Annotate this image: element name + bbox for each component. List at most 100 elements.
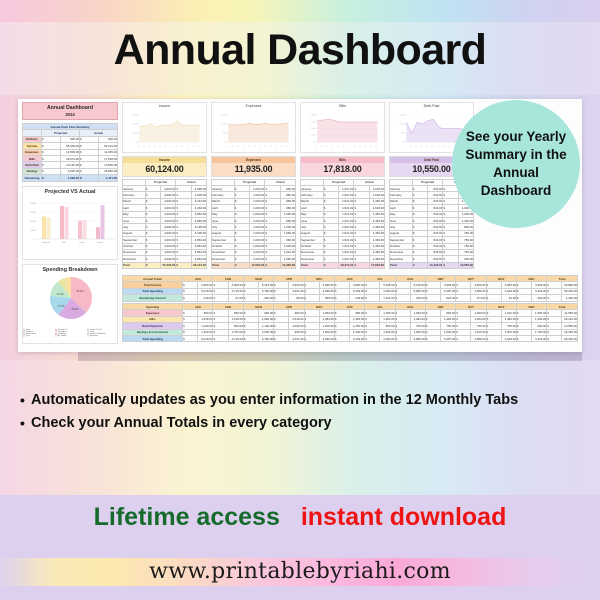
svg-text:Feb: Feb (231, 145, 234, 148)
svg-text:20,000: 20,000 (30, 203, 36, 205)
svg-text:4,000.00: 4,000.00 (132, 124, 138, 126)
currency-symbol: $ (515, 334, 533, 343)
cell-value: 1,132.00 (379, 294, 396, 302)
metric-column: Expenses 1,500.00 1,000.00 500.00 0.00 Jan Feb… (211, 102, 297, 270)
projected-value: 1,008.00 (60, 174, 80, 182)
svg-text:Mar: Mar (237, 145, 240, 148)
svg-text:Mar: Mar (148, 145, 151, 148)
svg-text:17.3%: 17.3% (57, 305, 65, 308)
currency-symbol: $ (182, 334, 199, 343)
svg-text:Feb: Feb (142, 145, 145, 148)
svg-text:Jan: Jan (315, 145, 318, 148)
sheet-left-column: Annual Dashboard 2024 Annual Cash Flow S… (22, 102, 118, 344)
currency-symbol: $ (182, 294, 199, 302)
badge-line: Summary in the (465, 147, 567, 163)
monthly-table-income: Projected Actual January $4,600.00 $4,599.00… (122, 178, 208, 270)
cell-value: 5,019.00 (197, 334, 214, 343)
cell-value: -119.00 (197, 294, 214, 302)
currency-symbol: $ (233, 261, 251, 270)
cell-value: 4,063.00 (379, 334, 396, 343)
svg-text:1,000.00: 1,000.00 (399, 124, 405, 126)
value-box-expenses: Expenses 11,935.00 (211, 156, 296, 177)
svg-text:May: May (337, 145, 340, 148)
table-row: Remaining Amount $ -119.00 $61.00 $ -494.00 $9… (121, 294, 578, 302)
currency-symbol: $ (212, 294, 229, 302)
metric-column: Income 6,000.00 4,000.00 2,000.00 0.00 Jan Feb… (122, 102, 208, 270)
table-row: Remaining $1,008.00 $1,471.00 (22, 174, 118, 182)
currency-symbol: $ (424, 334, 442, 343)
svg-text:Jul: Jul (437, 145, 440, 148)
cash-flow-summary-table: Annual Cash Flow Summary Projected Actua… (22, 122, 118, 182)
svg-text:Sep: Sep (448, 145, 451, 148)
bullet-text: Automatically updates as you enter infor… (31, 392, 519, 408)
access-line: Lifetime access instant download (0, 503, 600, 532)
svg-text:0.00: 0.00 (402, 141, 405, 143)
feature-bullets: • Automatically updates as you enter info… (20, 392, 580, 438)
cell-value: 44.00 (500, 294, 517, 302)
cell-value: -524.00 (440, 294, 457, 302)
svg-text:Oct: Oct (275, 144, 279, 148)
currency-symbol: $ (264, 261, 281, 270)
badge-line: Annual (493, 165, 539, 180)
svg-text:Apr: Apr (242, 144, 246, 148)
currency-symbol: $ (485, 334, 502, 343)
svg-text:Debts: Debts (80, 241, 85, 244)
chart-svg: 2,000.00 1,500.00 1,000.00 500.00 0.00 Jan Feb… (310, 115, 378, 149)
svg-text:0: 0 (34, 239, 35, 241)
currency-symbol: $ (144, 261, 162, 270)
currency-symbol: $ (394, 294, 411, 302)
legend-item: Pets (23, 334, 55, 337)
cell-value: 5,487.00 (440, 334, 457, 343)
svg-text:Sep: Sep (359, 145, 362, 148)
projected-total: 10,120.00 (427, 261, 444, 270)
svg-text:Dec: Dec (197, 145, 200, 148)
svg-text:1,500.00: 1,500.00 (399, 115, 405, 117)
projected-vs-actual-title: Projected VS Actual (44, 188, 96, 195)
svg-text:Apr: Apr (153, 144, 157, 148)
sheet-year: 2024 (65, 112, 75, 117)
svg-text:Apr: Apr (420, 144, 424, 148)
svg-text:Jul: Jul (259, 145, 262, 148)
legend-label: Pets (25, 334, 30, 337)
svg-text:Jun: Jun (164, 145, 167, 148)
projected-vs-actual-svg: 20,00015,000 10,0005,000 0 Expenses Bill… (30, 202, 115, 244)
cash-flow-label: Remaining (22, 174, 42, 182)
svg-text:May: May (426, 145, 429, 148)
svg-text:Jun: Jun (253, 145, 256, 148)
badge-line: See your Yearly (465, 129, 567, 145)
metric-column: Bills 2,000.00 1,500.00 1,000.00 500.00 0.00 J… (300, 102, 386, 270)
svg-text:Aug: Aug (174, 144, 178, 148)
svg-text:1,500.00: 1,500.00 (310, 121, 316, 123)
total-label: Total (389, 261, 413, 270)
sheet-title: Annual Dashboard (46, 105, 94, 111)
svg-text:Nov: Nov (370, 145, 373, 148)
currency-symbol: $ (242, 334, 260, 343)
svg-text:26.9%: 26.9% (71, 308, 79, 311)
legend-item: Air Netflix (55, 334, 87, 337)
background-band-top (0, 0, 600, 22)
actual-total: 10,550.00 (457, 261, 475, 270)
svg-text:Jul: Jul (348, 145, 351, 148)
currency-symbol: $ (212, 334, 229, 343)
background-band-foot (0, 586, 600, 600)
svg-text:1,000.00: 1,000.00 (310, 128, 316, 130)
currency-symbol: $ (364, 294, 381, 302)
spending-breakdown-title: Spending Breakdown (42, 266, 98, 273)
currency-symbol: $ (394, 334, 411, 343)
page-title: Annual Dashboard (113, 26, 487, 74)
total-label: Total (211, 261, 235, 270)
line-chart-expenses: Expenses 1,500.00 1,000.00 500.00 0.00 Jan Feb… (211, 102, 296, 153)
bullet-item: • Check your Annual Totals in every categ… (20, 415, 580, 432)
currency-symbol: $ (411, 261, 429, 270)
currency-symbol: $ (242, 294, 260, 302)
value-box-amount: 11,935.00 (212, 162, 295, 176)
cell-value: -494.00 (257, 294, 275, 302)
cell-value: 5,880.00 (409, 334, 426, 343)
projected-total: 55,400.00 (160, 261, 177, 270)
svg-text:Sep: Sep (181, 145, 184, 148)
svg-text:Apr: Apr (331, 144, 335, 148)
currency-symbol: $ (41, 174, 61, 182)
row-total: 1,406.00 (561, 294, 578, 302)
cell-value: 5,793.00 (257, 334, 275, 343)
currency-symbol: $ (424, 294, 442, 302)
